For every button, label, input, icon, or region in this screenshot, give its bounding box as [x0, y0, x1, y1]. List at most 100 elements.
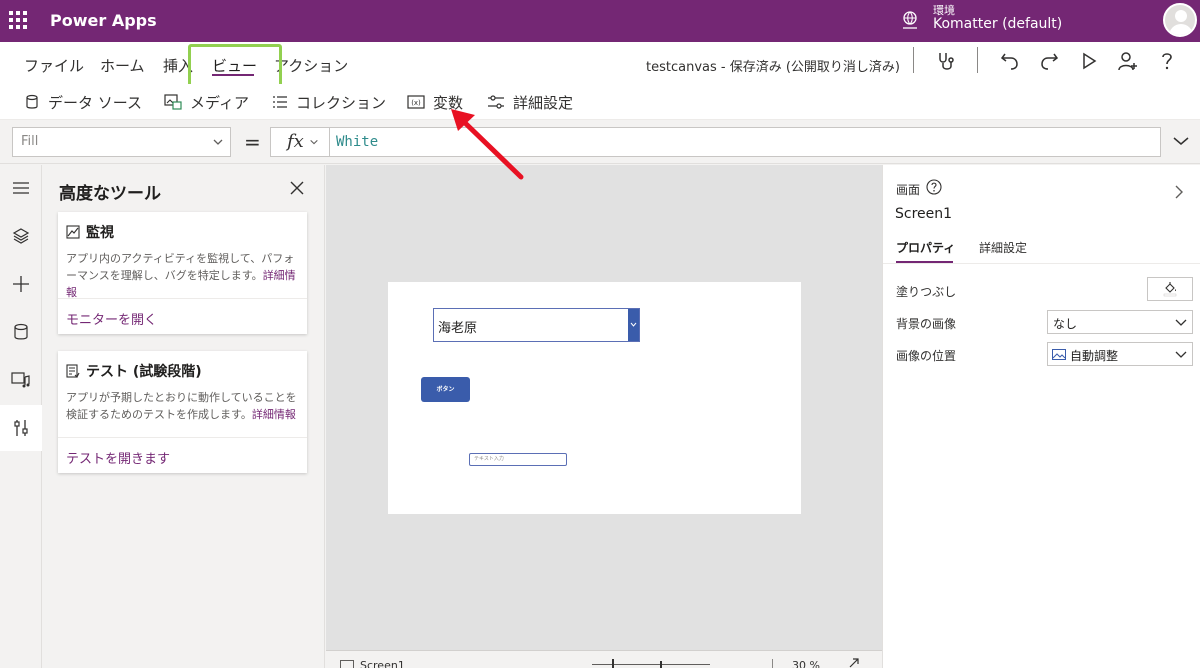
card-title: テスト (試験段階): [86, 364, 202, 380]
app-screen-canvas[interactable]: 海老原 ボタン テキスト入力: [388, 282, 801, 514]
chevron-down-icon: [1175, 351, 1187, 358]
play-icon[interactable]: [1078, 50, 1100, 72]
zoom-slider-mark: [660, 661, 662, 668]
variables-icon: (x): [407, 95, 425, 109]
image-position-label: 画像の位置: [896, 349, 957, 363]
fill-color-button[interactable]: [1147, 277, 1193, 301]
canvas-dropdown[interactable]: 海老原: [433, 308, 640, 342]
selected-name[interactable]: Screen1: [895, 206, 952, 222]
fx-button[interactable]: fx: [270, 127, 330, 157]
insert-plus-icon[interactable]: [0, 261, 42, 307]
media-icon: [164, 94, 182, 110]
tab-advanced[interactable]: 詳細設定: [979, 239, 1027, 256]
menu-home[interactable]: ホーム: [100, 55, 145, 76]
selected-kind: 画面: [896, 183, 921, 197]
chevron-down-icon: [1175, 319, 1187, 326]
document-status: testcanvas - 保存済み (公開取り消し済み): [646, 60, 900, 75]
stethoscope-icon[interactable]: [935, 50, 957, 72]
footer-screen-name[interactable]: Screen1: [360, 659, 405, 668]
background-image-select[interactable]: なし: [1047, 310, 1193, 334]
environment-icon[interactable]: [900, 10, 920, 30]
left-rail: [0, 165, 42, 668]
help-icon[interactable]: [1156, 50, 1178, 72]
ribbon-label: メディア: [190, 93, 249, 112]
fill-label: 塗りつぶし: [896, 285, 957, 299]
footer-divider: [772, 659, 773, 668]
property-select-value: Fill: [21, 134, 39, 149]
chevron-right-icon[interactable]: [1174, 184, 1184, 200]
chevron-down-icon: [213, 139, 223, 145]
advanced-tools-panel: 高度なツール 監視 アプリ内のアクティビティを監視して、パフォーマンスを理解し、…: [43, 165, 325, 668]
formula-value: White: [336, 134, 379, 150]
canvas-footer: Screen1 30 %: [326, 650, 882, 668]
media-music-icon[interactable]: [0, 357, 42, 403]
menu-file[interactable]: ファイル: [24, 55, 84, 76]
text-input-placeholder: テキスト入力: [474, 456, 504, 462]
chevron-down-icon: [630, 322, 637, 327]
hamburger-menu-icon[interactable]: [0, 165, 42, 211]
background-image-label: 背景の画像: [896, 317, 957, 331]
canvas-text-input[interactable]: テキスト入力: [469, 453, 567, 466]
zoom-level: 30 %: [792, 659, 820, 668]
tab-properties[interactable]: プロパティ: [896, 239, 955, 256]
test-card: テスト (試験段階) アプリが予期したとおりに動作していることを検証するためのテ…: [58, 351, 307, 473]
image-position-value: 自動調整: [1070, 349, 1119, 363]
toolbar-divider: [913, 47, 914, 73]
image-position-select[interactable]: 自動調整: [1047, 342, 1193, 366]
card-description: アプリが予期したとおりに動作していることを検証するためのテストを作成します。詳細…: [66, 391, 297, 421]
card-divider: [58, 437, 307, 438]
environment-name[interactable]: Komatter (default): [933, 16, 1062, 32]
app-launcher-icon[interactable]: [9, 11, 27, 29]
undo-icon[interactable]: [999, 50, 1021, 72]
dropdown-value: 海老原: [438, 321, 478, 336]
card-description: アプリ内のアクティビティを監視して、パフォーマンスを理解し、バグを特定します。詳…: [66, 252, 296, 299]
panel-title: 高度なツール: [59, 184, 161, 204]
background-image-value: なし: [1053, 317, 1078, 331]
ribbon-data-sources[interactable]: データ ソース: [24, 92, 142, 112]
monitor-card: 監視 アプリ内のアクティビティを監視して、パフォーマンスを理解し、バグを特定しま…: [58, 212, 307, 334]
card-divider: [58, 298, 307, 299]
fx-icon: fx: [287, 131, 304, 152]
data-database-icon[interactable]: [0, 309, 42, 355]
dropdown-button[interactable]: [628, 309, 639, 341]
monitor-chart-icon: [66, 225, 80, 239]
card-title: 監視: [86, 225, 114, 241]
formula-bar: Fill = fx White: [0, 120, 1200, 164]
properties-panel: 画面 Screen1 プロパティ 詳細設定 塗りつぶし 背景の画像 なし 画像の…: [882, 165, 1200, 668]
ribbon-label: データ ソース: [48, 93, 143, 112]
ribbon-label: コレクション: [296, 93, 387, 112]
chevron-down-icon: [310, 139, 318, 145]
image-icon: [1052, 349, 1066, 360]
ribbon-media[interactable]: メディア: [164, 92, 249, 112]
screen-checkbox[interactable]: [340, 660, 354, 668]
open-monitor-link[interactable]: モニターを開く: [66, 309, 157, 328]
zoom-slider-track[interactable]: [592, 664, 710, 665]
open-test-link[interactable]: テストを開きます: [66, 448, 170, 467]
expand-icon[interactable]: [848, 657, 860, 668]
paint-bucket-icon: [1163, 282, 1177, 297]
menu-action[interactable]: アクション: [274, 55, 348, 76]
svg-text:(x): (x): [411, 99, 421, 107]
redo-icon[interactable]: [1038, 50, 1060, 72]
zoom-slider-thumb[interactable]: [612, 659, 614, 668]
ribbon: データ ソース メディア コレクション (x) 変数 詳細設定: [0, 84, 1200, 120]
app-header: Power Apps 環境 Komatter (default): [0, 0, 1200, 42]
share-user-icon[interactable]: [1117, 50, 1139, 72]
help-circle-icon[interactable]: [926, 179, 942, 195]
close-icon[interactable]: [290, 181, 304, 195]
toolbar-divider: [977, 47, 978, 73]
collection-icon: [273, 96, 287, 108]
property-select[interactable]: Fill: [12, 127, 231, 157]
canvas-button[interactable]: ボタン: [421, 377, 470, 402]
equals-sign: =: [244, 130, 261, 154]
arrow-annotation: [451, 109, 524, 180]
ribbon-collections[interactable]: コレクション: [272, 92, 386, 112]
tree-view-layers-icon[interactable]: [0, 213, 42, 259]
test-document-icon: [66, 364, 80, 378]
chevron-down-icon[interactable]: [1172, 135, 1190, 147]
advanced-tools-icon[interactable]: [0, 405, 42, 451]
app-title[interactable]: Power Apps: [50, 11, 157, 30]
highlight-annotation: [188, 44, 282, 88]
learn-more-link[interactable]: 詳細情報: [252, 408, 296, 421]
avatar[interactable]: [1163, 3, 1197, 37]
